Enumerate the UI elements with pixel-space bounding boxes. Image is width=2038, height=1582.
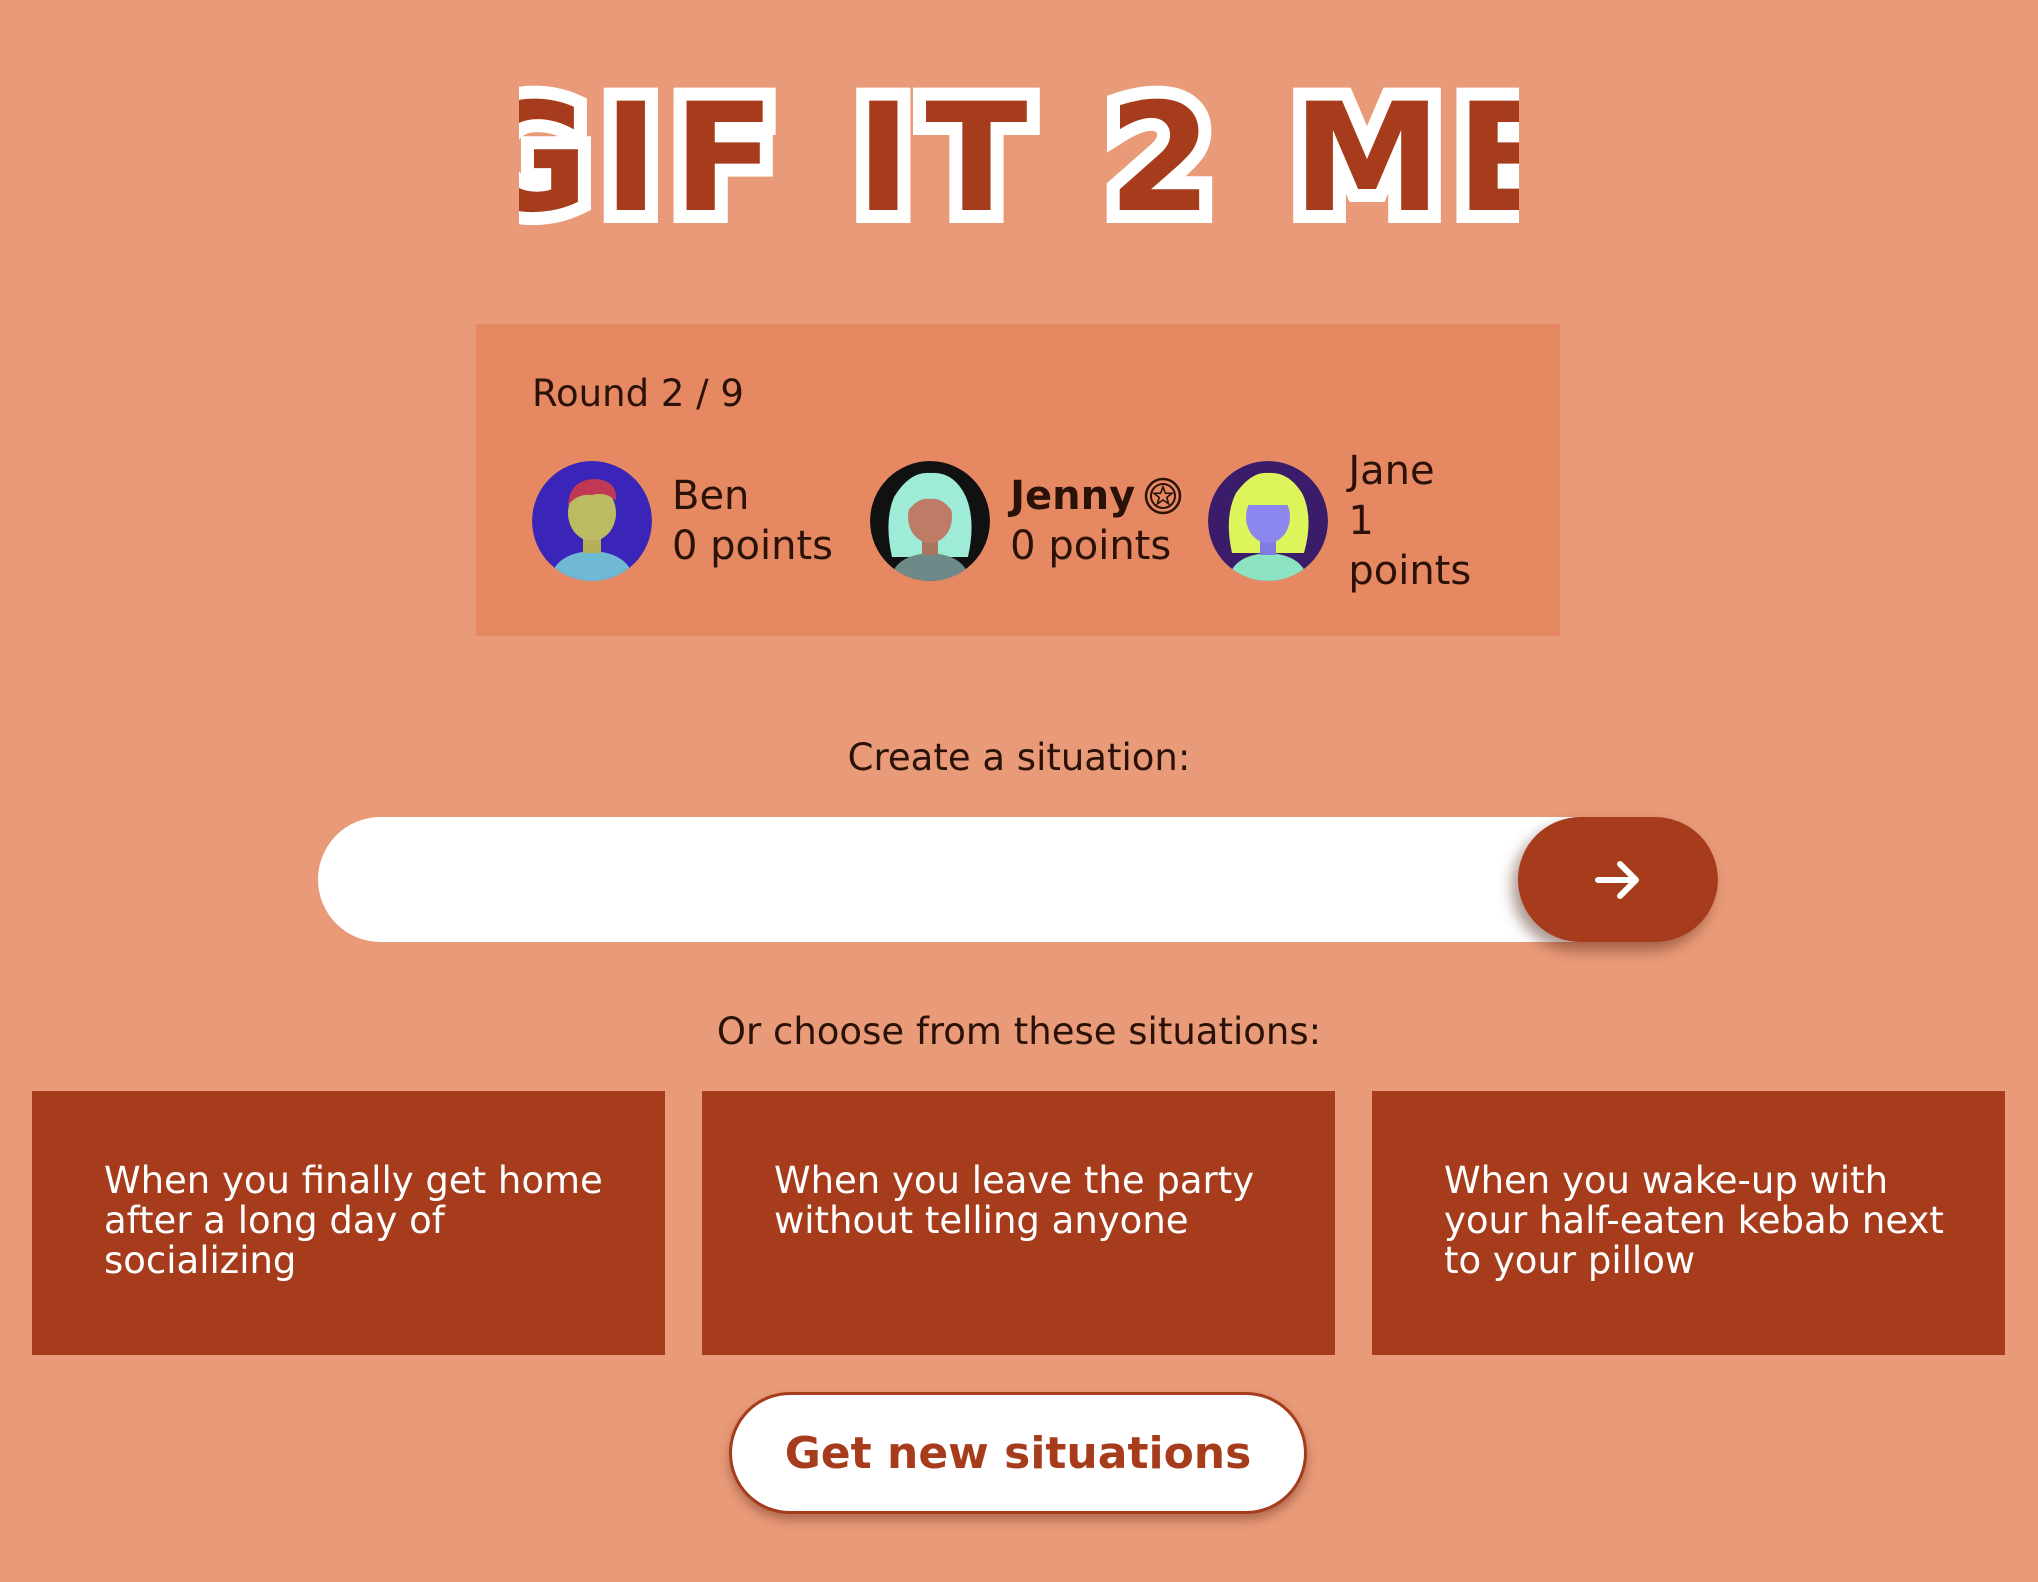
avatar-red-hair-man-icon (532, 461, 652, 581)
player-name: Jane (1348, 448, 1435, 494)
arrow-right-icon (1595, 860, 1639, 899)
avatar (1208, 461, 1329, 581)
submit-situation-button[interactable] (1518, 817, 1718, 942)
star-badge-icon (1143, 476, 1183, 516)
create-situation-label: Create a situation: (847, 736, 1191, 779)
situation-card[interactable]: When you wake-up with your half-eaten ke… (1372, 1091, 2005, 1355)
avatar (870, 461, 991, 581)
player-name: Jenny (1010, 473, 1136, 519)
app-logo: GIF IT 2 ME GIF IT 2 ME (0, 60, 2038, 260)
player-ben: Ben 0 points (532, 461, 870, 581)
player-jenny: Jenny 0 points (870, 461, 1208, 581)
situation-card[interactable]: When you leave the party without telling… (702, 1091, 1335, 1355)
avatar-mint-hair-woman-icon (870, 461, 991, 581)
player-points: 0 points (672, 523, 834, 569)
create-situation-form (318, 817, 1718, 942)
avatar (532, 461, 652, 581)
situation-card[interactable]: When you finally get home after a long d… (32, 1091, 665, 1355)
player-name: Ben (672, 473, 750, 519)
situation-card-list: When you finally get home after a long d… (32, 1091, 2005, 1355)
player-points: 1 points (1348, 498, 1472, 594)
get-new-situations-button[interactable]: Get new situations (729, 1392, 1307, 1514)
choose-situation-label: Or choose from these situations: (716, 1010, 1322, 1053)
situation-input[interactable] (318, 817, 1718, 942)
scoreboard: Round 2 / 9 Ben 0 points Jenny 0 points … (476, 324, 1560, 636)
logo-text: GIF IT 2 ME (519, 72, 1519, 246)
player-points: 0 points (1010, 523, 1172, 569)
player-jane: Jane 1 points (1208, 446, 1506, 596)
round-label: Round 2 / 9 (532, 372, 744, 415)
logo-graphic: GIF IT 2 ME GIF IT 2 ME (519, 60, 1519, 259)
avatar-yellow-hair-woman-icon (1208, 461, 1329, 581)
player-list: Ben 0 points Jenny 0 points Jane 1 point… (532, 446, 1506, 596)
